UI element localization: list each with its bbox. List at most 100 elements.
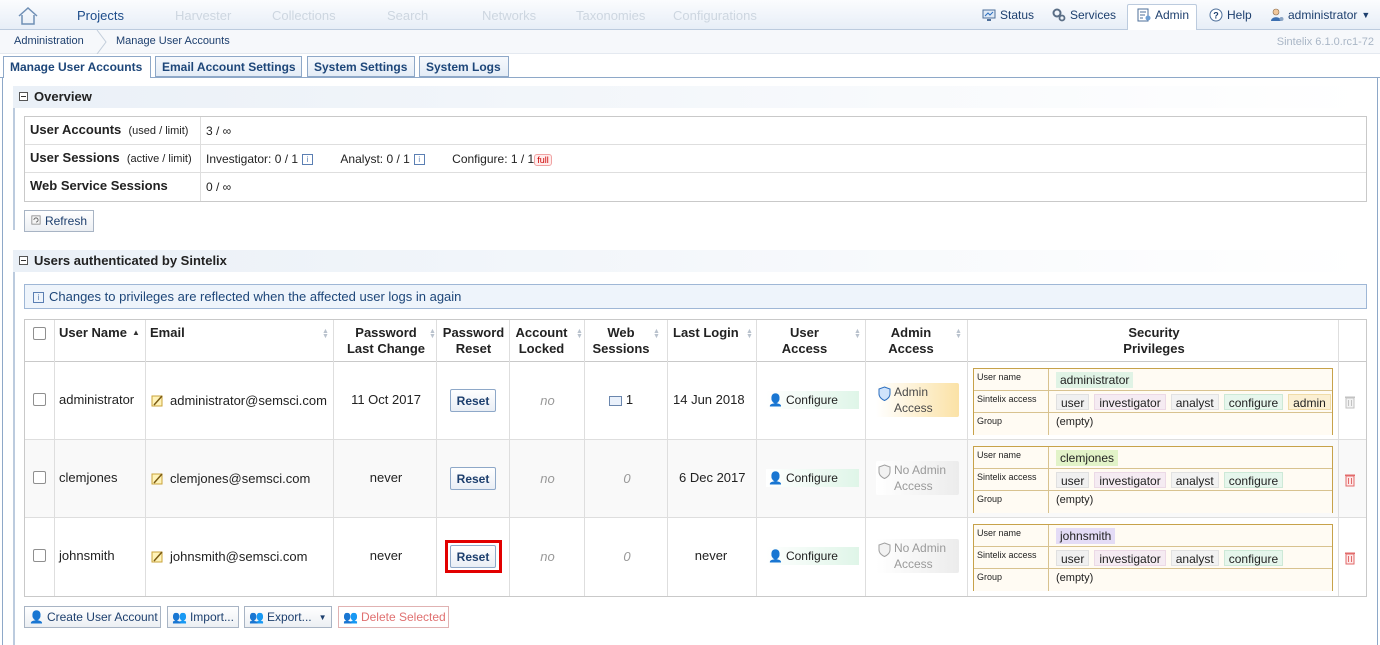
- nav-networks[interactable]: Networks: [482, 8, 536, 23]
- session-card-icon: [608, 395, 622, 406]
- gears-icon: [1052, 8, 1066, 22]
- admin-access-badge[interactable]: Admin Access: [876, 383, 959, 417]
- sort-asc-icon[interactable]: ▲: [132, 328, 140, 337]
- nav-services[interactable]: Services: [1052, 8, 1116, 22]
- col-web-sessions[interactable]: Web Sessions: [585, 325, 657, 357]
- sessions-label-text: User Sessions: [30, 150, 120, 165]
- nav-user-label: administrator: [1288, 8, 1358, 22]
- nav-status[interactable]: Status: [982, 8, 1034, 22]
- help-icon: ?: [1209, 8, 1223, 22]
- column-divider: [54, 320, 55, 596]
- overview-row-web-sessions: Web Service Sessions 0 / ∞: [25, 173, 1366, 201]
- sort-icon[interactable]: ▲ ▼: [854, 328, 861, 340]
- col-admin-access[interactable]: Admin Access: [867, 325, 955, 357]
- row-checkbox[interactable]: [33, 549, 46, 562]
- info-icon[interactable]: i: [302, 153, 314, 165]
- admin-access-badge[interactable]: No Admin Access: [876, 461, 959, 495]
- col-web-line2: Sessions: [592, 341, 650, 356]
- priv-row-username: User name clemjones: [974, 447, 1332, 469]
- col-security-line1: Security: [1128, 325, 1180, 340]
- overview-header[interactable]: Overview: [13, 86, 1366, 108]
- sort-icon[interactable]: ▲ ▼: [653, 328, 660, 340]
- access-tag-analyst: analyst: [1170, 472, 1219, 488]
- configure-label: Configure:: [452, 151, 508, 166]
- edit-email-icon[interactable]: [151, 472, 164, 485]
- access-tag-investigator: investigator: [1094, 550, 1166, 566]
- column-divider: [584, 320, 585, 596]
- user-access-badge[interactable]: 👤 Configure: [766, 469, 859, 487]
- breadcrumb: Administration Manage User Accounts Sint…: [0, 30, 1380, 54]
- nav-harvester[interactable]: Harvester: [175, 8, 231, 23]
- select-all-checkbox[interactable]: [33, 327, 46, 340]
- sort-icon[interactable]: ▲ ▼: [576, 328, 583, 340]
- user-access-badge[interactable]: 👤 Configure: [766, 547, 859, 565]
- trash-icon[interactable]: [1344, 551, 1356, 565]
- users-section-header[interactable]: Users authenticated by Sintelix: [13, 250, 1366, 272]
- table-row: administrator administrator@semsci.com 1…: [25, 362, 1366, 440]
- sort-icon[interactable]: ▲ ▼: [429, 328, 436, 340]
- col-last-login[interactable]: Last Login: [673, 325, 739, 341]
- priv-username-tag: johnsmith: [1056, 528, 1116, 544]
- nav-help[interactable]: ? Help: [1209, 8, 1252, 22]
- web-sessions-cell[interactable]: 1: [585, 392, 657, 407]
- accounts-label: User Accounts (used / limit): [25, 117, 201, 144]
- import-button[interactable]: 👥 Import...: [167, 606, 239, 628]
- export-button[interactable]: 👥 Export... ▼: [244, 606, 332, 628]
- web-sessions-cell: 0: [623, 471, 631, 486]
- reset-password-button[interactable]: Reset: [450, 467, 496, 490]
- breadcrumb-administration[interactable]: Administration: [14, 35, 84, 47]
- col-email[interactable]: Email: [150, 325, 185, 341]
- col-username[interactable]: User Name: [59, 325, 127, 341]
- reset-password-button[interactable]: Reset: [450, 389, 496, 412]
- sort-icon[interactable]: ▲ ▼: [955, 328, 962, 340]
- edit-email-icon[interactable]: [151, 394, 164, 407]
- user-access-badge[interactable]: 👤 Configure: [766, 391, 859, 409]
- user-settings-icon: [1271, 8, 1284, 21]
- column-divider: [436, 320, 437, 596]
- delete-selected-button[interactable]: 👥 Delete Selected: [338, 606, 449, 628]
- nav-user-menu[interactable]: administrator ▼: [1270, 8, 1370, 22]
- col-user-access[interactable]: User Access: [757, 325, 852, 357]
- tab-email-account-settings[interactable]: Email Account Settings: [155, 56, 302, 77]
- collapse-icon[interactable]: [19, 256, 28, 265]
- locked-cell: no: [540, 393, 555, 408]
- priv-group-label: Group: [974, 413, 1049, 435]
- row-checkbox[interactable]: [33, 393, 46, 406]
- priv-group-value: (empty): [1056, 572, 1094, 584]
- accounts-label-text: User Accounts: [30, 122, 122, 137]
- nav-taxonomies[interactable]: Taxonomies: [576, 8, 645, 23]
- edit-email-icon[interactable]: [151, 550, 164, 563]
- admin-access-badge[interactable]: No Admin Access: [876, 539, 959, 573]
- access-tag-investigator: investigator: [1094, 394, 1166, 410]
- nav-collections[interactable]: Collections: [272, 8, 336, 23]
- sort-icon[interactable]: ▲ ▼: [746, 328, 753, 340]
- info-icon[interactable]: i: [413, 153, 425, 165]
- priv-group-value: (empty): [1056, 494, 1094, 506]
- refresh-button[interactable]: Refresh: [24, 210, 94, 232]
- email-cell: johnsmith@semsci.com: [170, 549, 308, 564]
- priv-row-access: Sintelix access user investigator analyst co…: [974, 391, 1332, 413]
- create-user-account-button[interactable]: 👤 Create User Account: [24, 606, 161, 628]
- top-navigation-bar: Projects Harvester Collections Search Ne…: [0, 0, 1380, 31]
- tab-system-logs[interactable]: System Logs: [419, 56, 509, 77]
- reset-password-button[interactable]: Reset: [450, 545, 496, 568]
- shield-icon: [878, 386, 891, 401]
- nav-admin[interactable]: Admin: [1137, 8, 1189, 22]
- row-checkbox[interactable]: [33, 471, 46, 484]
- sort-icon[interactable]: ▲ ▼: [322, 328, 329, 340]
- tab-system-settings[interactable]: System Settings: [307, 56, 415, 77]
- nav-configurations[interactable]: Configurations: [673, 8, 757, 23]
- col-locked-line1: Account: [515, 325, 568, 340]
- nav-search[interactable]: Search: [387, 8, 428, 23]
- tab-manage-user-accounts[interactable]: Manage User Accounts: [3, 56, 151, 78]
- trash-icon[interactable]: [1344, 473, 1356, 487]
- overview-row-sessions: User Sessions (active / limit) Investiga…: [25, 145, 1366, 173]
- collapse-icon[interactable]: [19, 92, 28, 101]
- investigator-label: Investigator:: [206, 151, 272, 166]
- col-password-last-change[interactable]: Password Last Change: [335, 325, 437, 357]
- import-users-icon: 👥: [172, 610, 187, 624]
- user-icon: 👤: [768, 393, 783, 407]
- nav-projects[interactable]: Projects: [77, 8, 124, 23]
- home-icon[interactable]: [17, 6, 39, 26]
- col-account-locked[interactable]: Account Locked: [510, 325, 573, 357]
